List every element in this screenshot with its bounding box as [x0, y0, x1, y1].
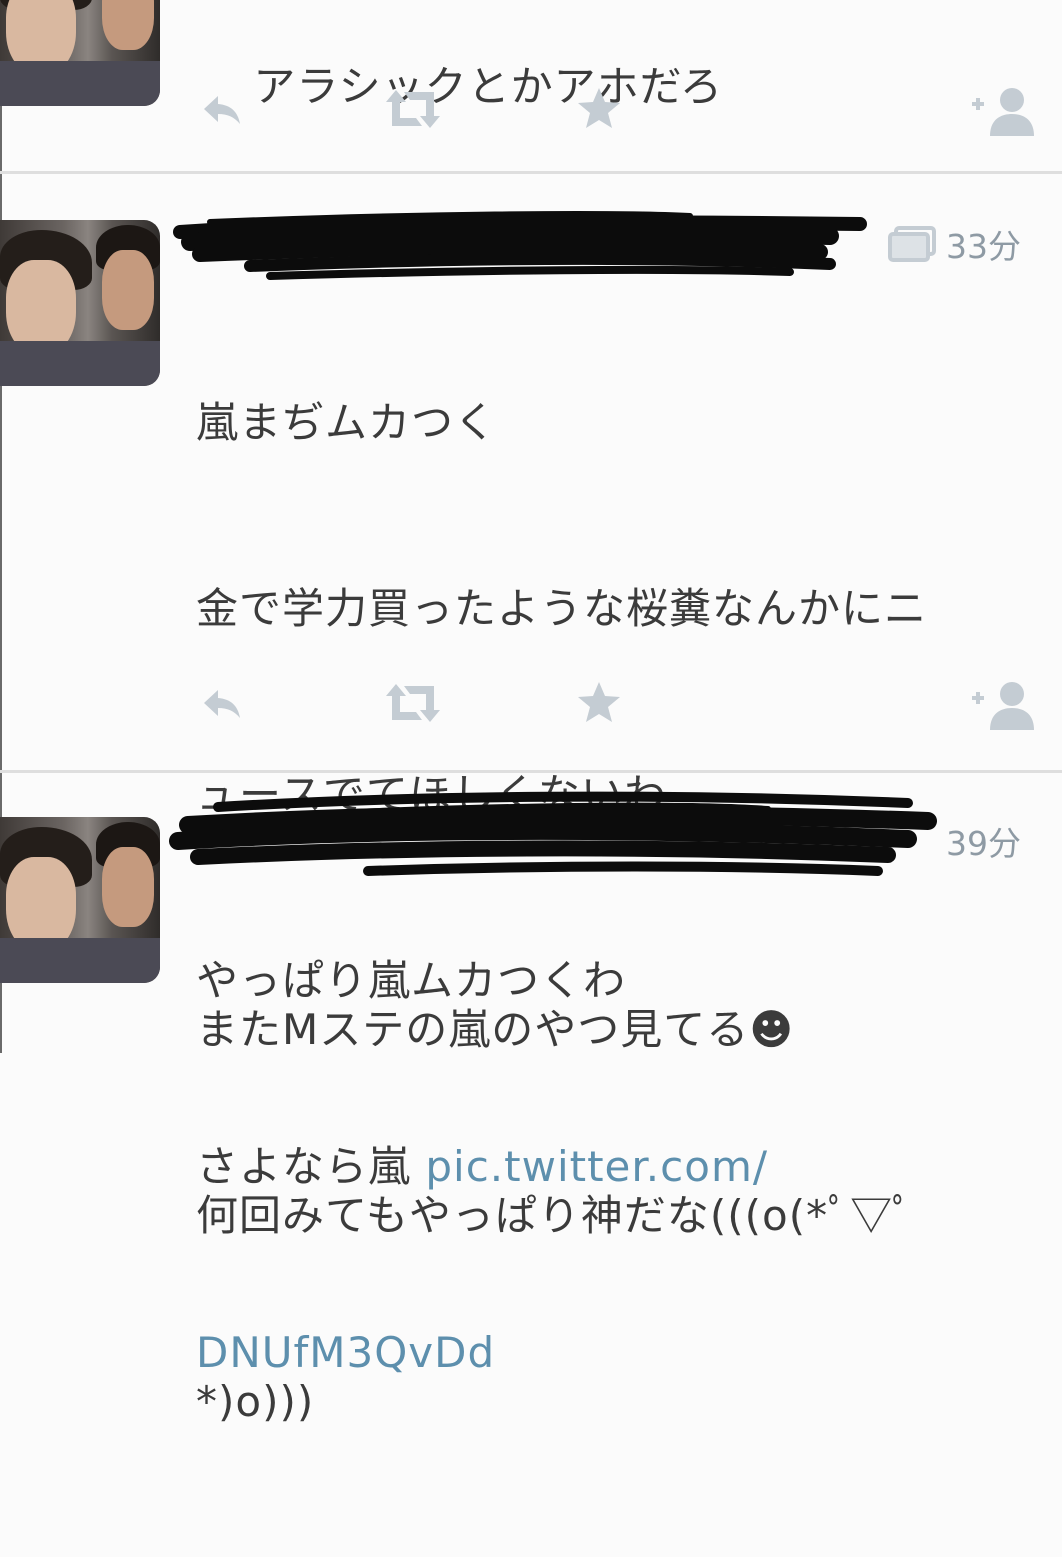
tweet[interactable]: アラシックとかアホだろ: [0, 0, 1062, 170]
tweet-time[interactable]: 33分: [946, 220, 1021, 268]
avatar[interactable]: [0, 220, 160, 386]
tweet[interactable]: 39分 またMステの嵐のやつ見てる☻ 何回みてもやっぱり神だな(((o(*ﾟ▽ﾟ…: [0, 773, 1062, 1426]
image-icon: [888, 226, 936, 266]
follow-user-icon[interactable]: [968, 84, 1038, 142]
reply-icon[interactable]: [196, 678, 246, 732]
tweet-text: またMステの嵐のやつ見てる☻ 何回みてもやっぱり神だな(((o(*ﾟ▽ﾟ *)o…: [196, 1005, 915, 1426]
follow-user-icon[interactable]: [968, 678, 1038, 736]
retweet-icon[interactable]: [380, 84, 446, 138]
reply-icon[interactable]: [196, 84, 246, 138]
tweet-actions: [0, 84, 1062, 144]
retweet-icon[interactable]: [380, 678, 446, 732]
star-icon[interactable]: [574, 678, 624, 732]
avatar[interactable]: [0, 817, 160, 983]
star-icon[interactable]: [574, 84, 624, 138]
tweet[interactable]: 33分 嵐まぢムカつく 金で学力買ったような桜糞なんかにニ ュースでてほしくない…: [0, 174, 1062, 1377]
tweet-actions: [0, 678, 1062, 738]
tweet-time[interactable]: 39分: [946, 817, 1021, 865]
